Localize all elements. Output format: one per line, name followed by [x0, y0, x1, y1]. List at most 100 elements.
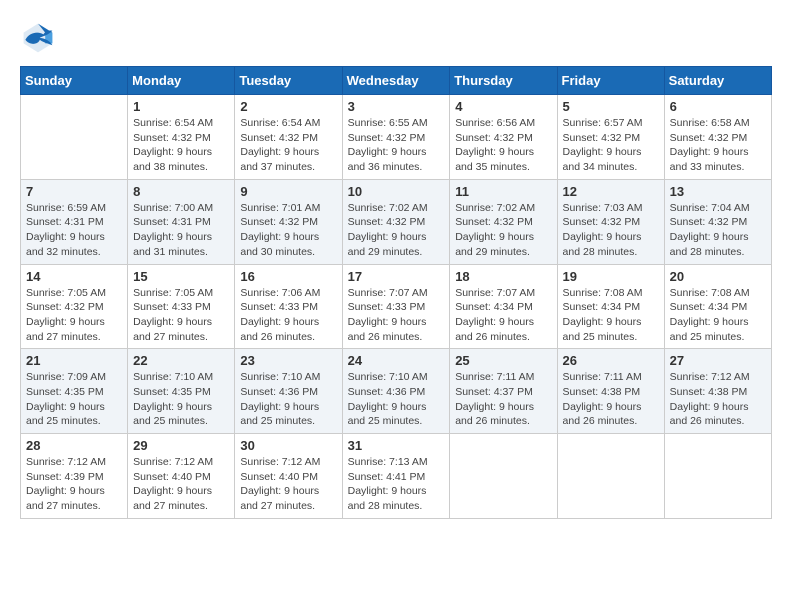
day-number: 9 — [240, 184, 336, 199]
day-number: 20 — [670, 269, 766, 284]
calendar-cell: 22 Sunrise: 7:10 AM Sunset: 4:35 PM Dayli… — [128, 349, 235, 434]
day-number: 5 — [563, 99, 659, 114]
calendar-cell: 18 Sunrise: 7:07 AM Sunset: 4:34 PM Dayli… — [450, 264, 557, 349]
calendar-cell — [557, 434, 664, 519]
calendar-cell: 26 Sunrise: 7:11 AM Sunset: 4:38 PM Dayli… — [557, 349, 664, 434]
calendar-week-4: 21Sunrise: 7:09 AM Sunset: 4:35 PM Dayli… — [21, 349, 772, 434]
day-info: Sunrise: 7:02 AM Sunset: 4:32 PM Dayligh… — [455, 201, 551, 260]
day-info: Sunrise: 7:08 AM Sunset: 4:34 PM Dayligh… — [670, 286, 766, 345]
weekday-header-friday: Friday — [557, 67, 664, 95]
day-info: Sunrise: 7:10 AM Sunset: 4:35 PM Dayligh… — [133, 370, 229, 429]
day-info: Sunrise: 7:03 AM Sunset: 4:32 PM Dayligh… — [563, 201, 659, 260]
day-number: 28 — [26, 438, 122, 453]
day-number: 23 — [240, 353, 336, 368]
day-number: 2 — [240, 99, 336, 114]
day-info: Sunrise: 7:07 AM Sunset: 4:33 PM Dayligh… — [348, 286, 445, 345]
day-number: 27 — [670, 353, 766, 368]
calendar-week-5: 28 Sunrise: 7:12 AM Sunset: 4:39 PM Dayli… — [21, 434, 772, 519]
calendar-cell: 3Sunrise: 6:55 AM Sunset: 4:32 PM Daylig… — [342, 95, 450, 180]
day-info: Sunrise: 7:10 AM Sunset: 4:36 PM Dayligh… — [348, 370, 445, 429]
calendar-cell: 19 Sunrise: 7:08 AM Sunset: 4:34 PM Dayli… — [557, 264, 664, 349]
logo — [20, 20, 60, 56]
day-number: 22 — [133, 353, 229, 368]
weekday-header-sunday: Sunday — [21, 67, 128, 95]
calendar-cell: 29Sunrise: 7:12 AM Sunset: 4:40 PM Dayli… — [128, 434, 235, 519]
calendar-table: SundayMondayTuesdayWednesdayThursdayFrid… — [20, 66, 772, 519]
day-number: 4 — [455, 99, 551, 114]
day-info: Sunrise: 6:54 AM Sunset: 4:32 PM Dayligh… — [133, 116, 229, 175]
day-number: 17 — [348, 269, 445, 284]
calendar-cell: 12 Sunrise: 7:03 AM Sunset: 4:32 PM Dayli… — [557, 179, 664, 264]
calendar-cell: 2 Sunrise: 6:54 AM Sunset: 4:32 PM Daylig… — [235, 95, 342, 180]
calendar-cell: 8 Sunrise: 7:00 AM Sunset: 4:31 PM Daylig… — [128, 179, 235, 264]
calendar-cell — [21, 95, 128, 180]
day-number: 16 — [240, 269, 336, 284]
weekday-header-monday: Monday — [128, 67, 235, 95]
calendar-cell: 9 Sunrise: 7:01 AM Sunset: 4:32 PM Daylig… — [235, 179, 342, 264]
calendar-cell: 7Sunrise: 6:59 AM Sunset: 4:31 PM Daylig… — [21, 179, 128, 264]
day-info: Sunrise: 6:58 AM Sunset: 4:32 PM Dayligh… — [670, 116, 766, 175]
calendar-cell: 10 Sunrise: 7:02 AM Sunset: 4:32 PM Dayli… — [342, 179, 450, 264]
page-header — [20, 20, 772, 56]
calendar-cell: 28 Sunrise: 7:12 AM Sunset: 4:39 PM Dayli… — [21, 434, 128, 519]
calendar-cell: 30 Sunrise: 7:12 AM Sunset: 4:40 PM Dayli… — [235, 434, 342, 519]
day-info: Sunrise: 7:11 AM Sunset: 4:38 PM Dayligh… — [563, 370, 659, 429]
day-info: Sunrise: 7:08 AM Sunset: 4:34 PM Dayligh… — [563, 286, 659, 345]
calendar-cell: 17 Sunrise: 7:07 AM Sunset: 4:33 PM Dayli… — [342, 264, 450, 349]
calendar-cell: 25Sunrise: 7:11 AM Sunset: 4:37 PM Dayli… — [450, 349, 557, 434]
day-number: 24 — [348, 353, 445, 368]
weekday-header-thursday: Thursday — [450, 67, 557, 95]
day-info: Sunrise: 7:05 AM Sunset: 4:33 PM Dayligh… — [133, 286, 229, 345]
day-info: Sunrise: 7:12 AM Sunset: 4:38 PM Dayligh… — [670, 370, 766, 429]
calendar-week-2: 7Sunrise: 6:59 AM Sunset: 4:31 PM Daylig… — [21, 179, 772, 264]
day-number: 7 — [26, 184, 122, 199]
calendar-cell — [664, 434, 771, 519]
day-info: Sunrise: 7:05 AM Sunset: 4:32 PM Dayligh… — [26, 286, 122, 345]
calendar-cell: 13 Sunrise: 7:04 AM Sunset: 4:32 PM Dayli… — [664, 179, 771, 264]
day-number: 15 — [133, 269, 229, 284]
calendar-cell: 27 Sunrise: 7:12 AM Sunset: 4:38 PM Dayli… — [664, 349, 771, 434]
day-number: 11 — [455, 184, 551, 199]
weekday-header-wednesday: Wednesday — [342, 67, 450, 95]
day-number: 19 — [563, 269, 659, 284]
day-info: Sunrise: 7:04 AM Sunset: 4:32 PM Dayligh… — [670, 201, 766, 260]
calendar-week-3: 14 Sunrise: 7:05 AM Sunset: 4:32 PM Dayli… — [21, 264, 772, 349]
day-info: Sunrise: 7:13 AM Sunset: 4:41 PM Dayligh… — [348, 455, 445, 514]
day-info: Sunrise: 7:12 AM Sunset: 4:39 PM Dayligh… — [26, 455, 122, 514]
day-info: Sunrise: 6:54 AM Sunset: 4:32 PM Dayligh… — [240, 116, 336, 175]
day-number: 30 — [240, 438, 336, 453]
day-info: Sunrise: 7:07 AM Sunset: 4:34 PM Dayligh… — [455, 286, 551, 345]
day-info: Sunrise: 6:57 AM Sunset: 4:32 PM Dayligh… — [563, 116, 659, 175]
calendar-cell — [450, 434, 557, 519]
day-info: Sunrise: 7:01 AM Sunset: 4:32 PM Dayligh… — [240, 201, 336, 260]
calendar-week-1: 1Sunrise: 6:54 AM Sunset: 4:32 PM Daylig… — [21, 95, 772, 180]
day-info: Sunrise: 7:11 AM Sunset: 4:37 PM Dayligh… — [455, 370, 551, 429]
day-info: Sunrise: 7:02 AM Sunset: 4:32 PM Dayligh… — [348, 201, 445, 260]
day-number: 10 — [348, 184, 445, 199]
day-number: 8 — [133, 184, 229, 199]
day-info: Sunrise: 7:12 AM Sunset: 4:40 PM Dayligh… — [133, 455, 229, 514]
day-info: Sunrise: 7:09 AM Sunset: 4:35 PM Dayligh… — [26, 370, 122, 429]
day-number: 14 — [26, 269, 122, 284]
day-info: Sunrise: 7:00 AM Sunset: 4:31 PM Dayligh… — [133, 201, 229, 260]
day-number: 13 — [670, 184, 766, 199]
day-info: Sunrise: 6:56 AM Sunset: 4:32 PM Dayligh… — [455, 116, 551, 175]
weekday-header-saturday: Saturday — [664, 67, 771, 95]
calendar-cell: 21Sunrise: 7:09 AM Sunset: 4:35 PM Dayli… — [21, 349, 128, 434]
weekday-header-tuesday: Tuesday — [235, 67, 342, 95]
calendar-cell: 15 Sunrise: 7:05 AM Sunset: 4:33 PM Dayli… — [128, 264, 235, 349]
calendar-cell: 4 Sunrise: 6:56 AM Sunset: 4:32 PM Daylig… — [450, 95, 557, 180]
calendar-cell: 16 Sunrise: 7:06 AM Sunset: 4:33 PM Dayli… — [235, 264, 342, 349]
calendar-cell: 24 Sunrise: 7:10 AM Sunset: 4:36 PM Dayli… — [342, 349, 450, 434]
day-info: Sunrise: 7:06 AM Sunset: 4:33 PM Dayligh… — [240, 286, 336, 345]
calendar-cell: 31 Sunrise: 7:13 AM Sunset: 4:41 PM Dayli… — [342, 434, 450, 519]
day-number: 26 — [563, 353, 659, 368]
day-number: 31 — [348, 438, 445, 453]
calendar-cell: 11 Sunrise: 7:02 AM Sunset: 4:32 PM Dayli… — [450, 179, 557, 264]
calendar-cell: 6Sunrise: 6:58 AM Sunset: 4:32 PM Daylig… — [664, 95, 771, 180]
day-number: 18 — [455, 269, 551, 284]
day-info: Sunrise: 7:12 AM Sunset: 4:40 PM Dayligh… — [240, 455, 336, 514]
day-number: 12 — [563, 184, 659, 199]
calendar-cell: 14 Sunrise: 7:05 AM Sunset: 4:32 PM Dayli… — [21, 264, 128, 349]
day-info: Sunrise: 7:10 AM Sunset: 4:36 PM Dayligh… — [240, 370, 336, 429]
